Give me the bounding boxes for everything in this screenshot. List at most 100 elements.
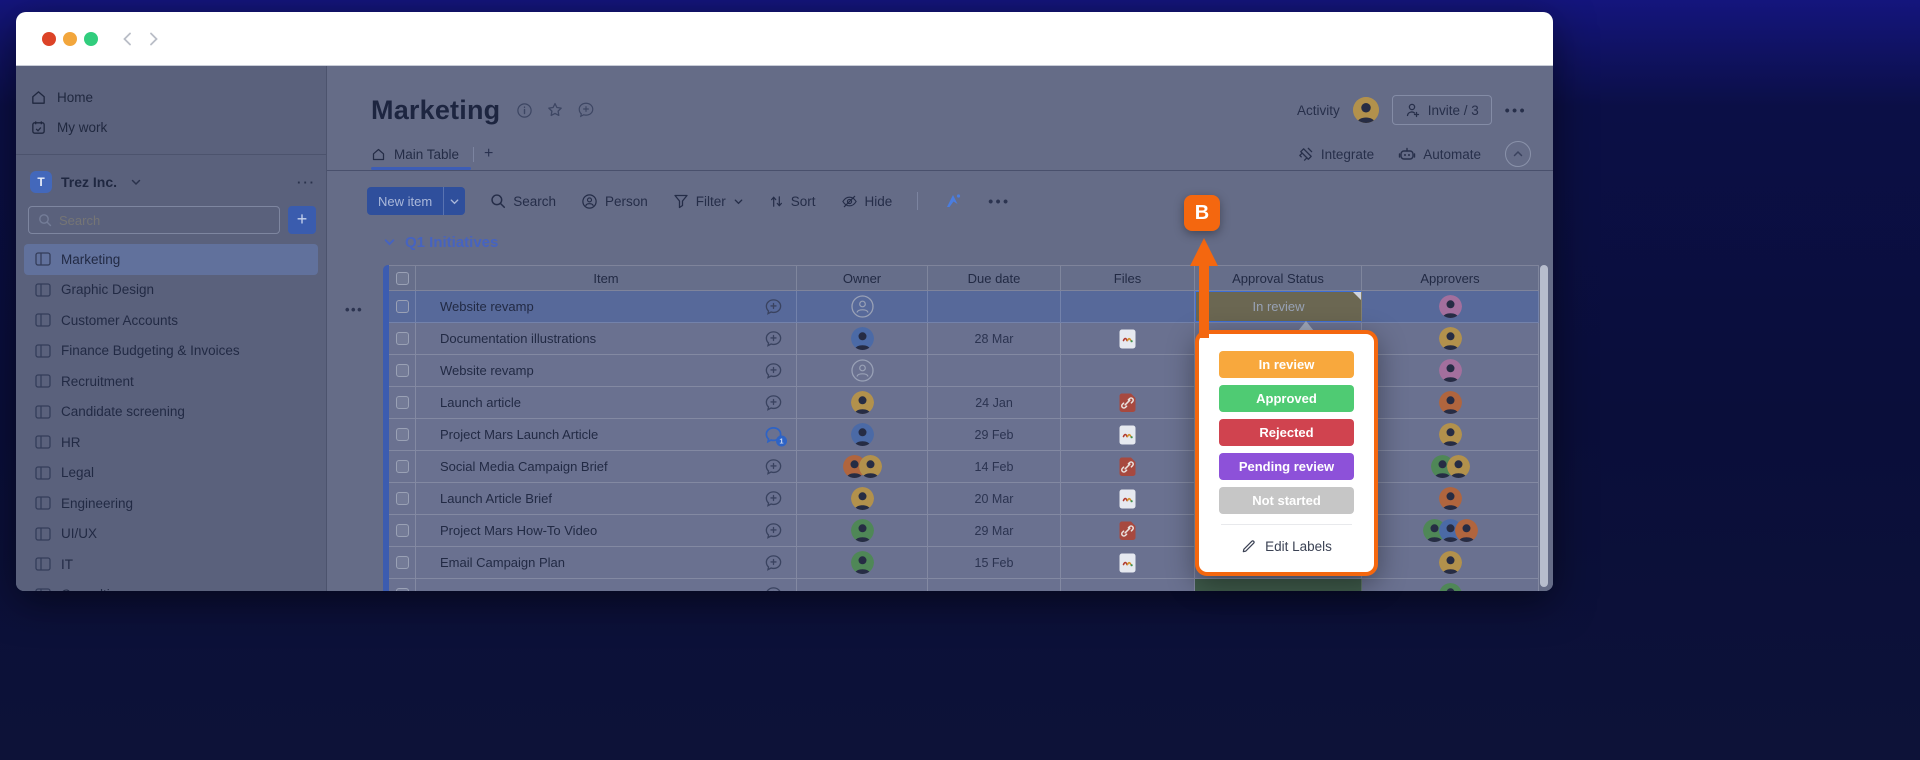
- sidebar-item-hr[interactable]: HR: [24, 427, 318, 458]
- row-checkbox[interactable]: [395, 396, 409, 409]
- link-file-icon[interactable]: [1118, 456, 1137, 478]
- board-menu-icon[interactable]: •••: [1505, 102, 1527, 118]
- approvers-cell[interactable]: [1362, 483, 1539, 514]
- integrate-button[interactable]: Integrate: [1297, 146, 1374, 163]
- select-all-checkbox[interactable]: [395, 271, 409, 285]
- owner-cell[interactable]: [797, 451, 928, 482]
- sidebar-item-candidate-screening[interactable]: Candidate screening: [24, 397, 318, 428]
- column-header-item[interactable]: Item: [416, 266, 797, 290]
- sidebar-item-home[interactable]: Home: [16, 82, 326, 112]
- row-checkbox[interactable]: [395, 588, 409, 591]
- toolbar-person-button[interactable]: Person: [581, 193, 648, 210]
- files-cell[interactable]: [1061, 323, 1195, 354]
- item-cell[interactable]: Project Mars Launch Article 1: [416, 419, 797, 450]
- doc-file-icon[interactable]: [1118, 488, 1137, 510]
- item-cell[interactable]: Documentation illustrations: [416, 323, 797, 354]
- add-update-icon[interactable]: [764, 489, 783, 508]
- row-checkbox[interactable]: [395, 300, 409, 313]
- workspace-menu-icon[interactable]: ···: [297, 175, 316, 190]
- link-file-icon[interactable]: [1118, 392, 1137, 414]
- link-file-icon[interactable]: [1118, 520, 1137, 542]
- toolbar-hide-button[interactable]: Hide: [841, 193, 892, 210]
- board-discussion-icon[interactable]: [577, 101, 595, 119]
- approvers-cell[interactable]: [1362, 579, 1539, 591]
- row-checkbox[interactable]: [395, 332, 409, 345]
- minimize-window-button[interactable]: [63, 32, 77, 46]
- item-cell[interactable]: Social Media Campaign Brief: [416, 451, 797, 482]
- item-cell[interactable]: [416, 579, 797, 591]
- item-cell[interactable]: Launch Article Brief: [416, 483, 797, 514]
- owner-cell[interactable]: [797, 419, 928, 450]
- status-option-pending-review[interactable]: Pending review: [1219, 453, 1354, 480]
- add-update-icon[interactable]: [764, 297, 783, 316]
- new-item-dropdown-icon[interactable]: [443, 187, 465, 215]
- files-cell[interactable]: [1061, 451, 1195, 482]
- row-checkbox[interactable]: [395, 460, 409, 473]
- due-date-cell[interactable]: [928, 579, 1061, 591]
- column-header-approvers[interactable]: Approvers: [1362, 266, 1539, 290]
- column-header-files[interactable]: Files: [1061, 266, 1195, 290]
- forward-icon[interactable]: [144, 30, 162, 48]
- files-cell[interactable]: [1061, 547, 1195, 578]
- doc-file-icon[interactable]: [1118, 552, 1137, 574]
- column-header-due-date[interactable]: Due date: [928, 266, 1061, 290]
- item-cell[interactable]: Website revamp: [416, 355, 797, 386]
- files-cell[interactable]: [1061, 483, 1195, 514]
- item-cell[interactable]: Launch article: [416, 387, 797, 418]
- row-checkbox[interactable]: [395, 556, 409, 569]
- files-cell[interactable]: [1061, 419, 1195, 450]
- due-date-cell[interactable]: 24 Jan: [928, 387, 1061, 418]
- add-update-icon[interactable]: [764, 553, 783, 572]
- column-header-owner[interactable]: Owner: [797, 266, 928, 290]
- favorite-star-icon[interactable]: [546, 101, 564, 119]
- due-date-cell[interactable]: 29 Mar: [928, 515, 1061, 546]
- toolbar-sort-button[interactable]: Sort: [769, 194, 816, 209]
- due-date-cell[interactable]: 29 Feb: [928, 419, 1061, 450]
- owner-cell[interactable]: [797, 387, 928, 418]
- row-checkbox[interactable]: [395, 364, 409, 377]
- add-update-icon[interactable]: [764, 361, 783, 380]
- approvers-cell[interactable]: [1362, 387, 1539, 418]
- info-icon[interactable]: [516, 102, 533, 119]
- vertical-scrollbar[interactable]: [1540, 265, 1548, 587]
- files-cell[interactable]: [1061, 355, 1195, 386]
- add-update-icon[interactable]: [764, 329, 783, 348]
- approvers-cell[interactable]: [1362, 547, 1539, 578]
- invite-button[interactable]: Invite / 3: [1391, 95, 1492, 125]
- sidebar-item-marketing[interactable]: Marketing: [24, 244, 318, 275]
- row-checkbox[interactable]: [395, 524, 409, 537]
- toolbar-search-button[interactable]: Search: [490, 193, 556, 209]
- add-update-icon[interactable]: 1: [764, 425, 787, 446]
- owner-cell[interactable]: [797, 355, 928, 386]
- due-date-cell[interactable]: 14 Feb: [928, 451, 1061, 482]
- table-row[interactable]: [389, 579, 1539, 591]
- sidebar-item-finance-budgeting-invoices[interactable]: Finance Budgeting & Invoices: [24, 336, 318, 367]
- doc-file-icon[interactable]: [1118, 424, 1137, 446]
- close-window-button[interactable]: [42, 32, 56, 46]
- sidebar-item-engineering[interactable]: Engineering: [24, 488, 318, 519]
- item-cell[interactable]: Website revamp: [416, 291, 797, 322]
- approvers-cell[interactable]: [1362, 515, 1539, 546]
- activity-avatar[interactable]: [1352, 97, 1379, 123]
- add-update-icon[interactable]: [764, 457, 783, 476]
- approval-status-cell[interactable]: [1195, 579, 1362, 591]
- due-date-cell[interactable]: [928, 291, 1061, 322]
- workspace-switcher[interactable]: T Trez Inc. ···: [30, 168, 316, 196]
- item-cell[interactable]: Project Mars How-To Video: [416, 515, 797, 546]
- tab-main-table[interactable]: Main Table: [371, 147, 473, 162]
- approvers-cell[interactable]: [1362, 451, 1539, 482]
- files-cell[interactable]: [1061, 291, 1195, 322]
- toolbar-filter-button[interactable]: Filter: [673, 193, 744, 209]
- doc-file-icon[interactable]: [1118, 328, 1137, 350]
- activity-button[interactable]: Activity: [1297, 103, 1340, 118]
- add-board-button[interactable]: +: [288, 206, 316, 234]
- sidebar-item-my-work[interactable]: My work: [16, 112, 326, 142]
- due-date-cell[interactable]: [928, 355, 1061, 386]
- files-cell[interactable]: [1061, 515, 1195, 546]
- owner-cell[interactable]: [797, 483, 928, 514]
- sidebar-item-consulting[interactable]: Consulting: [24, 580, 318, 591]
- status-option-rejected[interactable]: Rejected: [1219, 419, 1354, 446]
- approvers-cell[interactable]: [1362, 323, 1539, 354]
- add-view-button[interactable]: +: [484, 145, 493, 163]
- automate-button[interactable]: Automate: [1398, 145, 1481, 163]
